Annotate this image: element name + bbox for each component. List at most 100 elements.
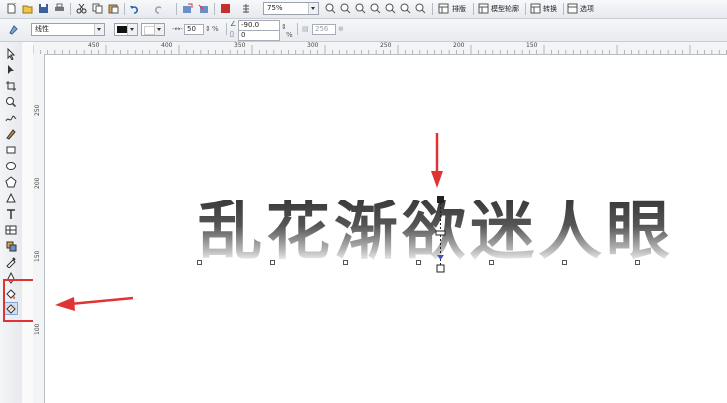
midpoint-unit: % (212, 25, 219, 33)
text-node[interactable] (489, 260, 494, 265)
toolbar-separator (473, 3, 474, 15)
text-node[interactable] (635, 260, 640, 265)
edge-pad-icon: ▯ (230, 30, 234, 38)
edge-pad-unit: % (286, 31, 293, 39)
fill-type-value: 线性 (35, 25, 49, 33)
zoom-tool-icon[interactable] (4, 96, 18, 109)
import-icon[interactable] (182, 3, 193, 14)
ruler-tick-label: 250 (34, 104, 41, 116)
convert-button[interactable]: 转换 (543, 4, 557, 14)
zoom-height-icon[interactable] (415, 3, 426, 14)
text-node[interactable] (416, 260, 421, 265)
steps-lock-icon[interactable]: ⊕ (338, 25, 344, 33)
gradient-end-node[interactable] (436, 264, 445, 273)
ruler-ticks (33, 45, 727, 54)
options-icon (567, 3, 578, 14)
horizontal-ruler[interactable]: 450 400 350 300 250 200 150 (33, 42, 727, 55)
undo-icon[interactable] (129, 3, 140, 14)
ruler-tick-label: 150 (34, 250, 41, 262)
app-launcher-icon[interactable] (241, 3, 252, 14)
freehand-tool-icon[interactable] (4, 112, 18, 125)
zoom-width-icon[interactable] (400, 3, 411, 14)
redo-icon[interactable] (153, 3, 164, 14)
toolbar-separator (124, 3, 125, 15)
crop-tool-icon[interactable] (4, 80, 18, 93)
standard-toolbar: 75% 排版 模型轮廓 转换 选项 (0, 0, 727, 19)
toolbar-separator (525, 3, 526, 15)
zoom-in-icon[interactable] (325, 3, 336, 14)
outline-button[interactable]: 模型轮廓 (491, 4, 519, 14)
toolbar-separator (70, 3, 71, 15)
text-tool-icon[interactable] (4, 208, 18, 221)
toolbar-separator (214, 3, 215, 15)
text-node[interactable] (270, 260, 275, 265)
print-icon[interactable] (54, 3, 65, 14)
zoom-all-icon[interactable] (370, 3, 381, 14)
zoom-selection-icon[interactable] (355, 3, 366, 14)
drawing-canvas[interactable]: 乱花渐欲迷人眼 (45, 55, 727, 403)
cut-icon[interactable] (76, 3, 87, 14)
rectangle-tool-icon[interactable] (4, 144, 18, 157)
ruler-tick-label: 200 (34, 177, 41, 189)
shape-tool-icon[interactable] (4, 64, 18, 77)
steps-icon: ▤ (302, 25, 309, 33)
toolbar-separator (176, 3, 177, 15)
angle-value: -90.0 (241, 21, 260, 29)
options-button[interactable]: 选项 (580, 4, 594, 14)
polygon-tool-icon[interactable] (4, 176, 18, 189)
gradient-midpoint-slider[interactable] (435, 230, 446, 236)
save-icon[interactable] (38, 3, 49, 14)
midpoint-spinner-icon[interactable]: ⇕ (205, 25, 211, 33)
gradient-vector-handle[interactable] (433, 195, 449, 275)
start-color-picker[interactable] (114, 23, 138, 36)
toolbox (0, 42, 23, 403)
eyedropper-tool-icon[interactable] (4, 256, 18, 269)
presets-icon[interactable] (8, 24, 19, 35)
zoom-level-value: 75% (267, 4, 283, 12)
zoom-page-icon[interactable] (385, 3, 396, 14)
chevron-down-icon[interactable] (94, 24, 104, 35)
zoom-out-icon[interactable] (340, 3, 351, 14)
toolbar-separator (563, 3, 564, 15)
zoom-level-select[interactable]: 75% (263, 2, 319, 15)
end-color-picker[interactable] (141, 23, 165, 36)
angle-spinner-icon[interactable]: ⇕ (281, 23, 287, 31)
interactive-tools-icon[interactable] (4, 240, 18, 253)
chevron-down-icon[interactable] (308, 3, 318, 14)
start-color-swatch (117, 26, 127, 33)
text-node[interactable] (562, 260, 567, 265)
copy-icon[interactable] (92, 3, 103, 14)
ellipse-tool-icon[interactable] (4, 160, 18, 173)
open-icon[interactable] (22, 3, 33, 14)
midpoint-icon: -↔- (172, 25, 183, 33)
outline-icon (478, 3, 489, 14)
new-document-icon[interactable] (6, 3, 17, 14)
vertical-ruler[interactable]: 250 200 150 100 (33, 54, 45, 403)
toolbar-separator (226, 23, 227, 35)
fill-type-select[interactable]: 线性 (31, 23, 105, 36)
text-node[interactable] (197, 260, 202, 265)
steps-field[interactable]: 256 (312, 24, 336, 35)
artistic-media-icon[interactable] (4, 128, 18, 141)
ruler-tick-label: 100 (34, 323, 41, 335)
table-tool-icon[interactable] (4, 224, 18, 237)
convert-icon (530, 3, 541, 14)
edge-pad-value: 0 (241, 31, 246, 39)
layout-button[interactable]: 排版 (452, 4, 466, 14)
paste-icon[interactable] (108, 3, 119, 14)
toolbar-separator (432, 3, 433, 15)
property-bar: 线性 -↔- 50 ⇕ % ∠ -90.0 ▯ 0 ⇕ % ▤ 256 ⊕ (0, 19, 727, 42)
toolbar-separator (297, 23, 298, 35)
edge-pad-field[interactable]: 0 (238, 30, 280, 41)
pick-tool-icon[interactable] (4, 48, 18, 61)
chevron-down-icon[interactable] (154, 24, 164, 35)
chevron-down-icon[interactable] (127, 24, 137, 35)
basic-shapes-icon[interactable] (4, 192, 18, 205)
export-icon[interactable] (198, 3, 209, 14)
text-node[interactable] (343, 260, 348, 265)
midpoint-field[interactable]: 50 (184, 24, 204, 35)
angle-icon: ∠ (230, 20, 237, 28)
steps-value: 256 (315, 25, 329, 33)
gradient-start-node[interactable] (437, 196, 444, 203)
publish-pdf-icon[interactable] (220, 3, 231, 14)
